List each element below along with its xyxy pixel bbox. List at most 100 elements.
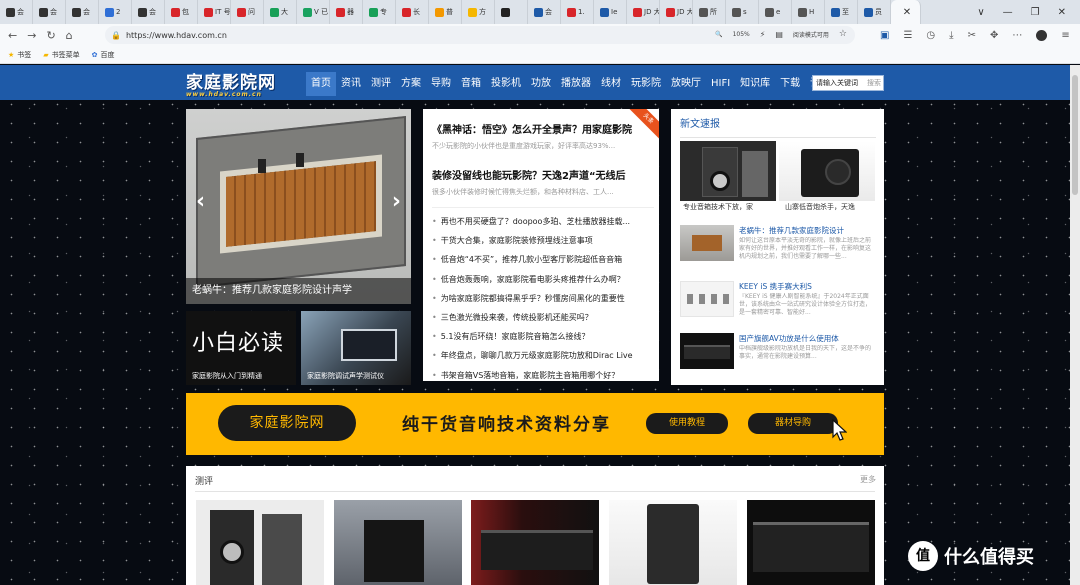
nav-item[interactable]: 导购 — [426, 72, 456, 96]
nav-item[interactable]: 测评 — [366, 72, 396, 96]
browser-tab[interactable]: 会 — [0, 0, 33, 24]
reload-icon[interactable]: ↻ — [46, 29, 55, 42]
browser-tab[interactable]: 方 — [462, 0, 495, 24]
nav-item[interactable]: 播放器 — [556, 72, 596, 96]
slider-prev-icon[interactable]: ‹ — [196, 191, 205, 213]
news-top-image[interactable] — [680, 141, 776, 201]
review-image[interactable] — [471, 500, 599, 585]
headline-title[interactable]: 《黑神话：悟空》怎么开全景声？用家庭影院 — [432, 121, 654, 136]
headline-list-item[interactable]: 再也不用买硬盘了？doopoo多珀、芝杜播放器挂载... — [432, 212, 654, 231]
close-window-icon[interactable]: ✕ — [1058, 7, 1066, 18]
headline-list-item[interactable]: 低音炮“4不买”，推荐几款小型客厅影院超低音音箱 — [432, 250, 654, 269]
news-row-title[interactable]: 国产旗舰AV功放是什么使用体 — [739, 333, 876, 344]
browser-tab[interactable]: 会 — [528, 0, 561, 24]
browser-tab[interactable]: 会 — [33, 0, 66, 24]
headline-title[interactable]: 装修没留线也能玩影院？天逸2声道“无线后 — [432, 167, 654, 182]
news-row[interactable]: 国产旗舰AV功放是什么使用体 中档旗舰级影院功放机是日我的天下，这是不争的事实，… — [680, 333, 876, 377]
maximize-icon[interactable]: ❐ — [1031, 7, 1040, 18]
menu-icon[interactable]: ≡ — [1061, 30, 1069, 41]
browser-tab[interactable]: 会 — [66, 0, 99, 24]
close-tab-icon[interactable]: ✕ — [903, 7, 911, 18]
browser-tab[interactable]: JD 大 — [627, 0, 660, 24]
browser-tab[interactable]: H — [792, 0, 825, 24]
thumb-acoustic-tester[interactable]: 家庭影院调试声学测试仪 — [301, 311, 411, 385]
review-image[interactable] — [609, 500, 737, 585]
browser-tab[interactable]: e — [759, 0, 792, 24]
back-icon[interactable]: ← — [8, 29, 17, 42]
nav-item[interactable]: 功放 — [526, 72, 556, 96]
zoom-icon[interactable]: 🔍 — [715, 31, 722, 38]
browser-tab[interactable]: 问 — [231, 0, 264, 24]
nav-item[interactable]: 方案 — [396, 72, 426, 96]
scrollbar-thumb[interactable] — [1072, 75, 1078, 195]
headline-item[interactable]: 《黑神话：悟空》怎么开全景声？用家庭影院 不少玩影院的小伙伴也是重度游戏玩家，好… — [432, 121, 654, 151]
promo-banner[interactable]: 家庭影院网 纯干货音响技术资料分享 使用教程 器材导购 — [186, 393, 884, 455]
search-input[interactable]: 请输入关键词 搜索 — [812, 75, 884, 91]
screenshot-icon[interactable]: ✂ — [968, 30, 976, 41]
tab-list-icon[interactable]: ∨ — [977, 7, 984, 18]
nav-item[interactable]: 投影机 — [486, 72, 526, 96]
news-top-caption[interactable]: 专业音箱技术下放，家 — [683, 202, 779, 212]
nav-item[interactable]: 资讯 — [336, 72, 366, 96]
headline-list-item[interactable]: 年终盘点，聊聊几款万元级家庭影院功放和Dirac Live — [432, 346, 654, 365]
tutorial-button[interactable]: 使用教程 — [646, 413, 728, 434]
news-top-image[interactable] — [779, 141, 875, 201]
hero-slider[interactable]: ‹ › 老蜗牛：推荐几款家庭影院设计声学 — [186, 109, 411, 304]
forward-icon[interactable]: → — [27, 29, 36, 42]
news-row[interactable]: KEEY iS 携手赛大利S 『KEEY iS 健康人剧智能系统』于2024年正… — [680, 281, 876, 325]
browser-tab[interactable]: 包 — [165, 0, 198, 24]
browser-tab[interactable]: 专 — [363, 0, 396, 24]
more-link[interactable]: 更多 — [860, 474, 876, 485]
reader-mode-icon[interactable]: ▤ — [775, 30, 783, 39]
active-browser-tab[interactable]: ✕ — [891, 0, 921, 24]
nav-item[interactable]: 知识库 — [735, 72, 775, 96]
slider-next-icon[interactable]: › — [392, 191, 401, 213]
minimize-icon[interactable]: — — [1003, 7, 1013, 18]
reader-mode-label[interactable]: 阅读模式可用 — [793, 30, 829, 39]
browser-tab[interactable]: 大 — [264, 0, 297, 24]
news-row-title[interactable]: KEEY iS 携手赛大利S — [739, 281, 876, 292]
review-image[interactable] — [196, 500, 324, 585]
headline-list-item[interactable]: 低音炮轰轰响，家庭影院看电影头疼推荐什么办啊？ — [432, 270, 654, 289]
browser-tab[interactable]: Ie — [594, 0, 627, 24]
bookmark-item[interactable]: ★ 书签 — [8, 50, 31, 60]
equipment-guide-button[interactable]: 器材导购 — [748, 413, 838, 434]
lightning-icon[interactable]: ⚡ — [760, 30, 766, 39]
translate-icon[interactable]: ▣ — [880, 30, 889, 41]
address-bar[interactable]: 🔒 https://www.hdav.com.cn 🔍 105% ⚡ ▤ 阅读模… — [105, 26, 855, 44]
news-top-caption[interactable]: 山寨低音炮杀手，天逸 — [785, 202, 881, 212]
browser-tab[interactable]: 普 — [429, 0, 462, 24]
news-row[interactable]: 老蜗牛：推荐几款家庭影院设计 如何让这台原本平淡无奇的影院，就像上班后之前家有好… — [680, 225, 876, 269]
nav-item[interactable]: 首页 — [306, 72, 336, 96]
thumb-beginner-guide[interactable]: 小白必读 家庭影院从入门到精通 — [186, 311, 296, 385]
browser-tab[interactable]: V 已 — [297, 0, 330, 24]
nav-item[interactable]: 放映厅 — [666, 72, 706, 96]
headline-list-item[interactable]: 三色激光微投来袭，传统投影机还能买吗？ — [432, 308, 654, 327]
browser-tab[interactable]: 2 — [99, 0, 132, 24]
extensions-icon[interactable]: ✥ — [990, 30, 998, 41]
site-logo[interactable]: 家庭影院网 www.hdav.com.cn — [186, 68, 276, 98]
browser-tab[interactable]: 员 — [858, 0, 891, 24]
slider-caption[interactable]: 老蜗牛：推荐几款家庭影院设计声学 — [186, 278, 411, 304]
nav-item[interactable]: 玩影院 — [626, 72, 666, 96]
news-row-title[interactable]: 老蜗牛：推荐几款家庭影院设计 — [739, 225, 876, 236]
browser-tab[interactable]: 至 — [825, 0, 858, 24]
zoom-level[interactable]: 105% — [733, 31, 750, 38]
nav-item[interactable]: 下载 — [775, 72, 805, 96]
headline-list-item[interactable]: 干货大合集，家庭影院装修预埋线注意事项 — [432, 231, 654, 250]
headline-list-item[interactable]: 5.1没有后环绕！家庭影院音箱怎么接线？ — [432, 327, 654, 346]
avatar[interactable] — [1036, 29, 1048, 41]
collections-icon[interactable]: ☰ — [903, 30, 912, 41]
browser-tab[interactable]: 1. — [561, 0, 594, 24]
favorite-star-icon[interactable]: ☆ — [839, 29, 847, 39]
headline-list-item[interactable]: 为啥家庭影院都搞得黑乎乎？秒懂房间黑化的重要性 — [432, 289, 654, 308]
browser-tab[interactable] — [495, 0, 528, 24]
browser-tab[interactable]: s — [726, 0, 759, 24]
nav-item[interactable]: HIFI — [706, 72, 735, 96]
review-image[interactable] — [747, 500, 875, 585]
home-icon[interactable]: ⌂ — [66, 29, 73, 42]
more-icon[interactable]: ⋯ — [1012, 30, 1022, 41]
nav-item[interactable]: 音箱 — [456, 72, 486, 96]
browser-tab[interactable]: 器 — [330, 0, 363, 24]
nav-item[interactable]: 线材 — [596, 72, 626, 96]
